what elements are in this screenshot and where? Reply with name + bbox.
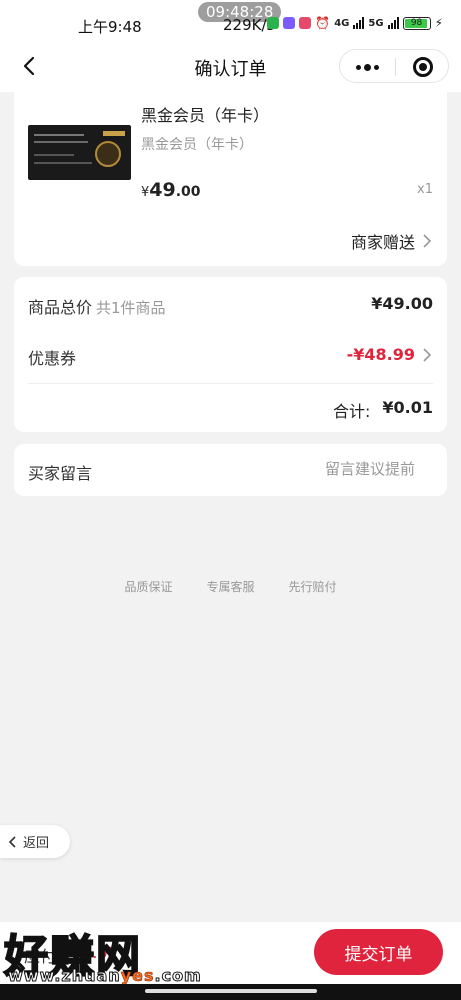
service-guarantees: 品质保证 专属客服 先行赔付 <box>0 578 461 595</box>
alarm-icon: ⏰ <box>315 16 331 30</box>
video-app-icon <box>283 17 296 29</box>
total-price-row: 商品总价 共1件商品 <box>28 294 166 318</box>
product-price: ¥49.00 <box>141 179 201 201</box>
site-watermark: 好赚网 www.zhuanyes.com <box>3 920 201 990</box>
watermark-url-prefix: www.zhuan <box>8 966 121 986</box>
watermark-url-suffix: .com <box>154 966 202 986</box>
status-bar: 上午9:48 09:48:28 229K/s ⏰ 4G 5G 98 ⚡ <box>0 0 461 48</box>
total-price-label: 商品总价 <box>28 298 93 317</box>
product-card: 黑金会员（年卡） 黑金会员（年卡） ¥49.00 x1 商家赠送 <box>14 92 447 266</box>
more-icon[interactable] <box>356 64 379 71</box>
merchant-gift-label: 商家赠送 <box>350 233 415 252</box>
watermark-url: www.zhuanyes.com <box>8 966 202 986</box>
product-title: 黑金会员（年卡） <box>141 106 270 125</box>
status-icons: ⏰ 4G 5G 98 ⚡ <box>267 16 443 30</box>
float-back-label: 返回 <box>23 836 50 851</box>
system-nav-bar <box>0 984 461 1000</box>
guarantee-compensation: 先行赔付 <box>288 580 337 594</box>
net-5g-label: 5G <box>368 17 384 29</box>
chevron-right-icon <box>423 234 432 248</box>
coupon-label[interactable]: 优惠券 <box>28 345 76 369</box>
watermark-url-highlight: yes <box>120 966 155 986</box>
coupon-discount: -¥48.99 <box>346 345 415 364</box>
wechat-icon <box>267 17 280 29</box>
signal-icon-2 <box>387 17 399 29</box>
product-quantity: x1 <box>417 182 433 197</box>
buyer-message-input[interactable] <box>325 456 435 482</box>
charging-icon: ⚡ <box>434 16 443 30</box>
guarantee-quality: 品质保证 <box>124 580 173 594</box>
chevron-right-icon <box>423 347 432 362</box>
total-price-value: ¥49.00 <box>371 294 433 313</box>
subtotal-value: ¥0.01 <box>382 398 433 417</box>
header: 确认订单 <box>0 44 461 92</box>
app-notification-icon <box>299 17 312 29</box>
product-thumbnail[interactable] <box>28 125 131 180</box>
capsule-divider <box>395 58 396 76</box>
guarantee-service: 专属客服 <box>206 580 255 594</box>
buyer-message-label: 买家留言 <box>28 464 93 483</box>
merchant-gift-row[interactable]: 商家赠送 <box>351 229 433 253</box>
price-integer: 49 <box>149 179 176 201</box>
price-decimal: .00 <box>175 184 201 200</box>
divider <box>28 383 433 384</box>
subtotal-label: 合计: <box>332 402 371 421</box>
item-count: 共1件商品 <box>96 299 166 317</box>
float-back-button[interactable]: 返回 <box>0 825 70 858</box>
price-summary-card: 商品总价 共1件商品 ¥49.00 优惠券 -¥48.99 合计: ¥0.01 <box>14 277 447 432</box>
buyer-message-card: 买家留言 <box>14 444 447 496</box>
battery-icon: 98 <box>402 16 431 30</box>
subtotal-row: 合计: ¥0.01 <box>333 398 433 422</box>
battery-level: 98 <box>410 17 423 28</box>
coupon-row-value[interactable]: -¥48.99 <box>347 345 433 364</box>
home-indicator[interactable] <box>145 989 317 993</box>
signal-icon <box>353 17 365 29</box>
chevron-left-icon <box>8 835 16 848</box>
miniprogram-capsule <box>339 49 449 83</box>
submit-order-button[interactable]: 提交订单 <box>314 929 443 975</box>
net-4g-label: 4G <box>334 17 350 29</box>
status-time: 上午9:48 <box>78 18 142 36</box>
close-miniprogram-icon[interactable] <box>413 57 433 77</box>
product-subtitle: 黑金会员（年卡） <box>141 137 253 153</box>
